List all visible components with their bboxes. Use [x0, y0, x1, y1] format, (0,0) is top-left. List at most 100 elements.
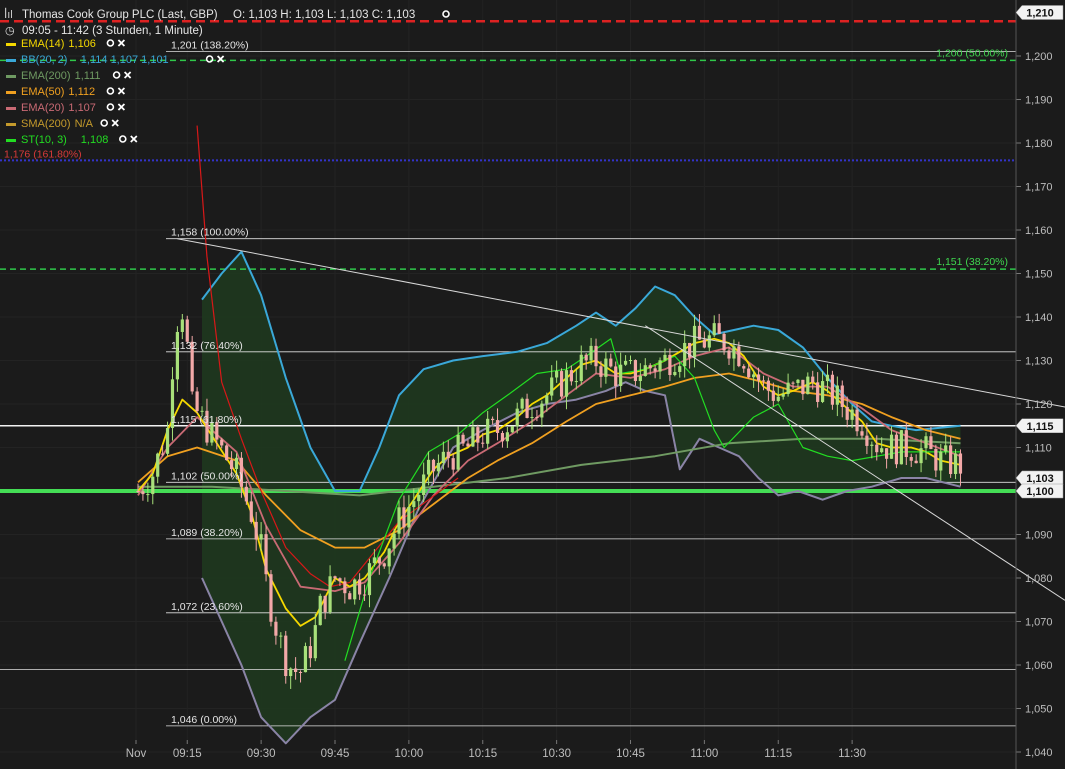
y-tick-label: 1,170 — [1025, 182, 1053, 194]
candle-body — [407, 507, 410, 527]
candle-body — [447, 452, 450, 458]
candle-body — [333, 576, 336, 578]
candle-body — [846, 407, 849, 420]
candle-body — [521, 399, 524, 409]
candle-body — [220, 440, 223, 446]
instrument-title: Thomas Cook Group PLC (Last, GBP) — [22, 9, 218, 21]
candle-body — [639, 376, 642, 381]
candle-body — [328, 576, 331, 612]
fib-level-label: 1,201 (138.20%) — [171, 40, 249, 52]
candle-body — [929, 436, 932, 449]
y-tick-label: 1,180 — [1025, 138, 1053, 150]
legend-swatch — [6, 43, 16, 46]
candle-body — [614, 366, 617, 386]
candle-body — [358, 579, 361, 594]
candle-body — [649, 365, 652, 368]
candle-body — [279, 636, 282, 637]
candle-body — [791, 383, 794, 384]
y-tick-label: 1,200 — [1025, 51, 1053, 63]
candle-body — [915, 461, 918, 463]
fib-level-label: 1,072 (23.60%) — [171, 601, 243, 613]
legend-name: SMA(200) — [21, 118, 71, 130]
candle-body — [146, 494, 149, 495]
candle-body — [535, 417, 538, 418]
candle-body — [525, 399, 528, 418]
legend-value: 1,107 — [68, 102, 96, 114]
candle-body — [427, 460, 430, 475]
x-tick-label: 11:15 — [764, 748, 792, 760]
timerange: 09:05 - 11:42 (3 Stunden, 1 Minute) — [22, 25, 203, 37]
candle-body — [934, 449, 937, 471]
candle-body — [752, 374, 755, 377]
candle-body — [530, 417, 533, 418]
candle-body — [826, 375, 829, 381]
candle-body — [289, 668, 292, 676]
y-tick-label: 1,090 — [1025, 530, 1053, 542]
candle-body — [860, 431, 863, 435]
candle-body — [200, 411, 203, 412]
candle-body — [324, 596, 327, 612]
candle-body — [225, 445, 228, 460]
candle-body — [821, 381, 824, 402]
price-chart[interactable]: 1,201 (138.20%)1,158 (100.00%)1,132 (76.… — [0, 0, 1065, 769]
candle-body — [910, 457, 913, 461]
fib-level-label: 1,046 (0.00%) — [171, 714, 237, 726]
candle-body — [432, 460, 435, 472]
y-tick-label: 1,050 — [1025, 704, 1053, 716]
price-tag-label: 1,100 — [1026, 486, 1054, 498]
candle-body — [476, 427, 479, 443]
x-tick-label: 10:30 — [542, 748, 571, 760]
y-tick-label: 1,110 — [1025, 443, 1052, 455]
candle-body — [624, 361, 627, 365]
y-tick-label: 1,140 — [1025, 312, 1053, 324]
x-tick-label: 11:30 — [838, 748, 866, 760]
candle-body — [806, 377, 809, 395]
candle-body — [678, 366, 681, 372]
candle-body — [373, 557, 376, 563]
legend-value: 1,112 — [68, 86, 95, 98]
legend-value: 1,106 — [68, 38, 96, 50]
candle-body — [186, 319, 189, 341]
candle-body — [245, 487, 248, 502]
legend-swatch — [6, 59, 16, 62]
candle-body — [486, 419, 489, 444]
candle-body — [801, 380, 804, 394]
candle-body — [644, 365, 647, 376]
candle-body — [580, 355, 583, 381]
candle-body — [156, 454, 159, 477]
legend-name: EMA(200) — [21, 70, 71, 82]
candle-body — [841, 386, 844, 407]
candle-body — [442, 452, 445, 463]
y-tick-label: 1,130 — [1025, 356, 1053, 368]
candle-body — [560, 371, 563, 397]
legend-name: ST(10, 3) — [21, 134, 67, 146]
candle-body — [944, 445, 947, 451]
candle-body — [250, 501, 253, 521]
candle-body — [895, 435, 898, 465]
candle-body — [905, 430, 908, 457]
candle-body — [338, 578, 341, 581]
candle-body — [417, 495, 420, 501]
candle-body — [777, 397, 780, 401]
legend-value: 1,108 — [81, 134, 109, 146]
candle-body — [319, 596, 322, 625]
candle-body — [314, 625, 317, 658]
blue-level-label: 1,176 (161.80%) — [4, 148, 82, 160]
candle-body — [496, 420, 499, 433]
candle-body — [747, 369, 750, 378]
legend-swatch — [6, 139, 16, 142]
candle-body — [629, 360, 632, 361]
candle-body — [609, 359, 612, 367]
candle-body — [506, 432, 509, 441]
candle-body — [284, 636, 287, 676]
price-tag-label: 1,103 — [1026, 473, 1054, 485]
candle-body — [343, 581, 346, 593]
candle-body — [294, 668, 297, 671]
legend-swatch — [6, 75, 16, 78]
candle-body — [422, 474, 425, 495]
candle-body — [875, 445, 878, 453]
candle-body — [368, 563, 371, 595]
candle-body — [811, 377, 814, 383]
y-tick-label: 1,060 — [1025, 660, 1053, 672]
x-tick-label: Nov — [126, 748, 147, 760]
